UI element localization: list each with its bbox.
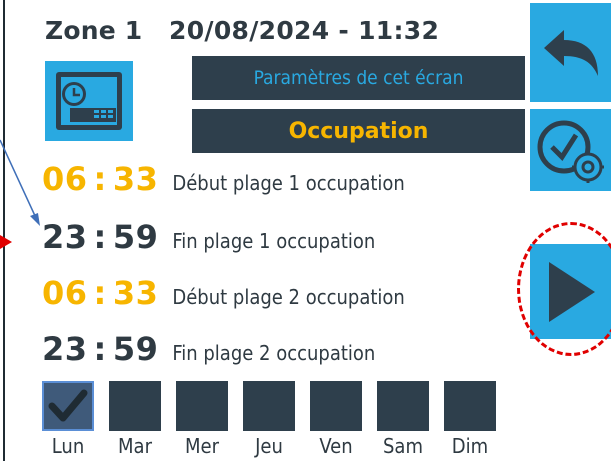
- day-label-jeu: Jeu: [255, 434, 283, 458]
- time-row-label: Fin plage 2 occupation: [172, 341, 376, 365]
- time-row-label: Début plage 2 occupation: [172, 285, 405, 309]
- hour-value: 23: [42, 218, 88, 256]
- day-checkbox-jeu[interactable]: [243, 381, 295, 431]
- day-label-lun: Lun: [51, 434, 85, 458]
- checkmark-icon: [48, 389, 88, 422]
- time-value[interactable]: 23:59: [42, 330, 158, 368]
- time-row: 06:33 Début plage 1 occupation: [42, 160, 405, 200]
- time-value[interactable]: 06:33: [42, 160, 158, 198]
- time-value[interactable]: 23:59: [42, 218, 158, 256]
- time-row: 06:33 Début plage 2 occupation: [42, 274, 405, 314]
- minute-value: 59: [112, 218, 159, 256]
- day-label-mar: Mar: [118, 434, 152, 458]
- day-label-sam: Sam: [383, 434, 423, 458]
- day-checkbox-lun[interactable]: [42, 381, 94, 431]
- hour-value: 06: [42, 274, 88, 312]
- hour-value: 23: [42, 330, 88, 368]
- day-checkbox-ven[interactable]: [310, 381, 362, 431]
- time-row-label: Début plage 1 occupation: [172, 171, 405, 195]
- day-checkbox-sam[interactable]: [377, 381, 429, 431]
- time-separator: :: [93, 218, 107, 256]
- minute-value: 33: [112, 160, 159, 198]
- minute-value: 59: [112, 330, 159, 368]
- hour-value: 06: [42, 160, 88, 198]
- time-row-label: Fin plage 1 occupation: [172, 229, 376, 253]
- time-separator: :: [93, 274, 107, 312]
- day-checkbox-mer[interactable]: [176, 381, 228, 431]
- day-label-dim: Dim: [451, 434, 489, 458]
- day-checkbox-mar[interactable]: [109, 381, 161, 431]
- thermostat-screen: Zone 1 20/08/2024 - 11:32 Paramètres de …: [0, 0, 611, 461]
- time-separator: :: [93, 330, 107, 368]
- time-row: 23:59 Fin plage 1 occupation: [42, 218, 375, 258]
- time-separator: :: [93, 160, 107, 198]
- day-label-ven: Ven: [319, 434, 353, 458]
- time-row: 23:59 Fin plage 2 occupation: [42, 330, 375, 370]
- minute-value: 33: [112, 274, 159, 312]
- day-checkbox-dim[interactable]: [444, 381, 496, 431]
- time-value[interactable]: 06:33: [42, 274, 158, 312]
- day-label-mer: Mer: [185, 434, 219, 458]
